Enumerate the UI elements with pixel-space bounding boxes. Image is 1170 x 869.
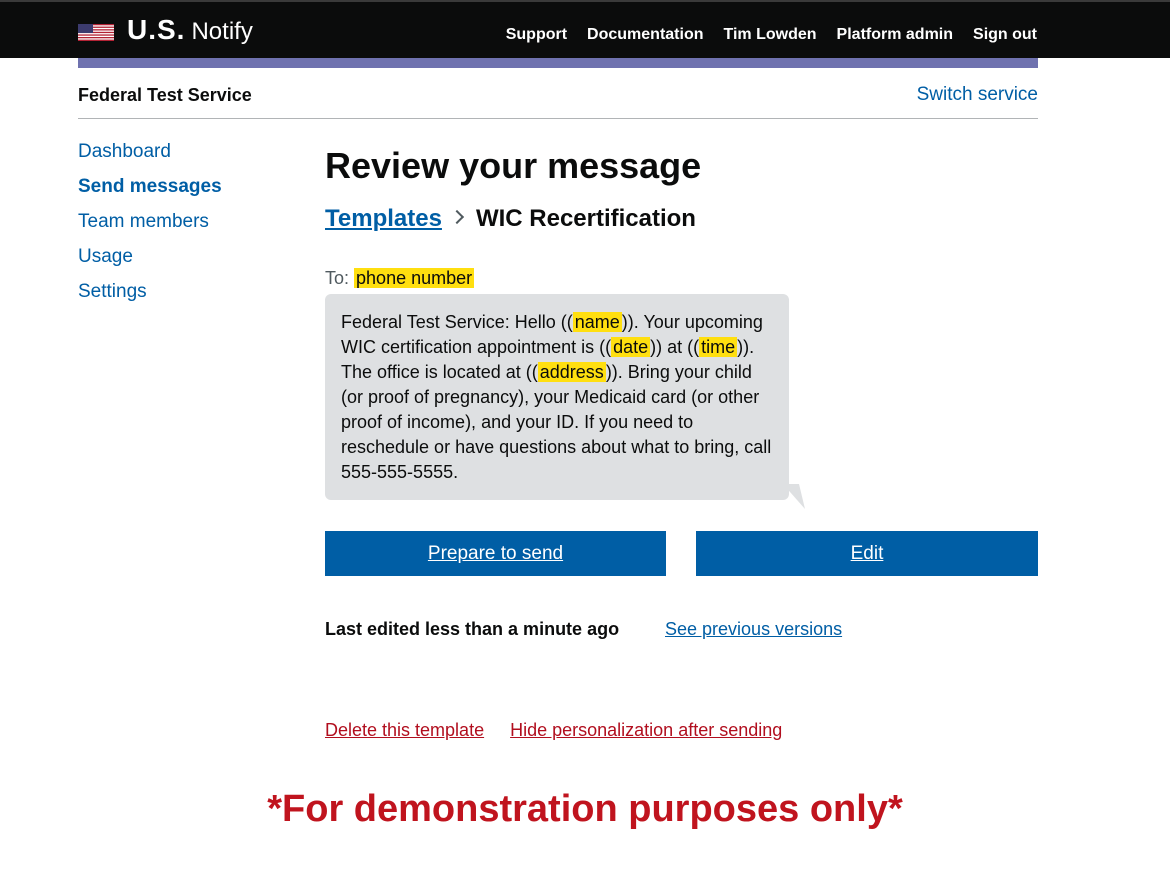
recipient-line: To: phone number <box>325 268 475 289</box>
sidebar-item-settings[interactable]: Settings <box>78 281 222 316</box>
nav-documentation[interactable]: Documentation <box>587 26 703 44</box>
breadcrumb-templates-link[interactable]: Templates <box>325 205 442 233</box>
template-actions: Delete this template Hide personalization… <box>325 720 808 741</box>
service-bar: Federal Test Service Switch service <box>78 84 1038 119</box>
top-header: U.S. Notify Support Documentation Tim Low… <box>0 0 1170 58</box>
page-title: Review your message <box>325 145 702 186</box>
us-flag-icon <box>78 24 114 41</box>
recipient-placeholder: phone number <box>354 268 475 288</box>
brand-bold: U.S. <box>127 14 186 45</box>
brand-light: Notify <box>191 18 253 45</box>
demo-disclaimer: *For demonstration purposes only* <box>267 788 903 830</box>
bubble-tail-icon <box>783 484 805 509</box>
placeholder-name: name <box>572 312 622 332</box>
breadcrumb-current: WIC Recertification <box>475 205 696 232</box>
sidebar-nav: Dashboard Send messages Team members Usa… <box>78 141 222 316</box>
message-text: )) at (( <box>650 337 700 357</box>
prepare-to-send-button[interactable]: Prepare to send <box>325 531 666 576</box>
last-edited-text: Last edited less than a minute ago <box>325 619 620 639</box>
edit-button[interactable]: Edit <box>696 531 1038 576</box>
message-preview-bubble: Federal Test Service: Hello ((name)). Yo… <box>325 294 789 500</box>
sidebar-item-dashboard[interactable]: Dashboard <box>78 141 222 176</box>
chevron-right-icon <box>449 209 465 225</box>
switch-service-link[interactable]: Switch service <box>917 84 1038 106</box>
placeholder-time: time <box>699 337 738 357</box>
message-text: Federal Test Service: Hello (( <box>341 312 573 332</box>
placeholder-date: date <box>611 337 651 357</box>
sidebar-item-team-members[interactable]: Team members <box>78 211 222 246</box>
delete-template-link[interactable]: Delete this template <box>325 720 484 740</box>
service-name: Federal Test Service <box>78 85 252 105</box>
top-nav: Support Documentation Tim Lowden Platfor… <box>506 26 1037 44</box>
nav-user[interactable]: Tim Lowden <box>724 26 817 44</box>
sidebar-item-usage[interactable]: Usage <box>78 246 222 281</box>
to-label: To: <box>325 268 350 288</box>
breadcrumb: Templates WIC Recertification <box>325 205 696 233</box>
nav-support[interactable]: Support <box>506 26 567 44</box>
sidebar-item-send-messages[interactable]: Send messages <box>78 176 222 211</box>
brand-logo[interactable]: U.S. Notify <box>127 14 253 46</box>
previous-versions-link[interactable]: See previous versions <box>665 619 842 640</box>
phase-banner <box>78 58 1038 68</box>
nav-sign-out[interactable]: Sign out <box>973 26 1037 44</box>
placeholder-address: address <box>537 362 606 382</box>
hide-personalization-link[interactable]: Hide personalization after sending <box>510 720 782 740</box>
nav-platform-admin[interactable]: Platform admin <box>837 26 953 44</box>
